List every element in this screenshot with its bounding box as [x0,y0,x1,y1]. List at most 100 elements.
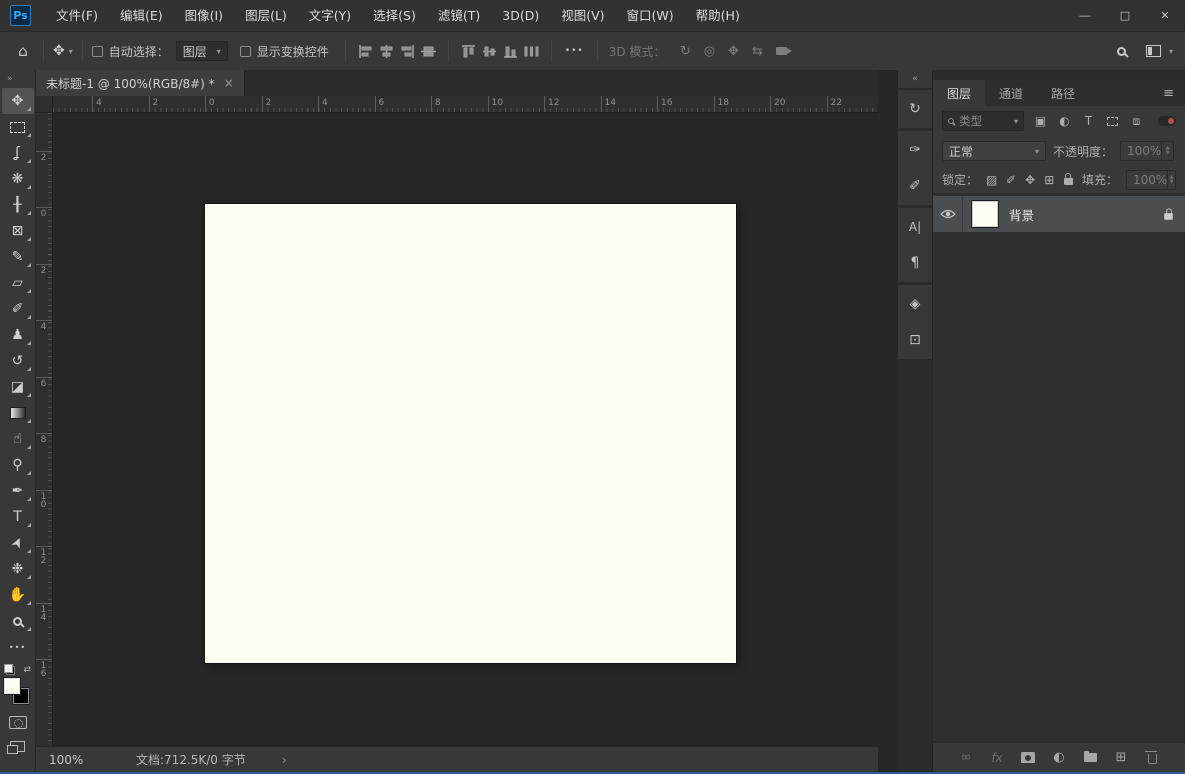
align-vertical-centers-icon[interactable] [418,41,439,61]
vertical-ruler[interactable]: 2024681 01 21 41 6 [36,113,53,746]
auto-select-checkbox[interactable]: 自动选择： [92,43,169,60]
close-tab-icon[interactable]: × [224,76,234,90]
document-tab[interactable]: 未标题-1 @ 100%(RGB/8#) * × [36,70,245,96]
filter-adjustment-layers-icon[interactable]: ◐ [1057,114,1072,128]
lasso-tool[interactable]: ʆ [2,140,34,166]
filter-type-dropdown[interactable]: 类型 ▾ [942,111,1024,131]
new-layer-icon[interactable]: ⊞ [1113,750,1129,765]
add-layer-mask-icon[interactable] [1020,752,1036,763]
lock-artboard-icon[interactable]: ⊞ [1044,173,1055,187]
3d-pan-icon[interactable]: ✥ [721,44,745,59]
foreground-color-swatch[interactable] [4,678,20,694]
search-icon[interactable] [1111,47,1133,56]
document-canvas[interactable] [205,204,736,663]
link-layers-icon[interactable]: ∞ [958,750,974,765]
brush-settings-panel-icon[interactable]: ✑ [903,139,927,161]
menu-item-select[interactable]: 选择(S) [362,0,427,31]
eyedropper-tool[interactable]: ✎ [2,244,34,270]
stepper-icon[interactable]: ▲▼ [1167,171,1175,189]
gradient-tool[interactable] [2,400,34,426]
layer-visibility-eye-icon[interactable] [933,196,963,232]
layer-filter-toggle[interactable] [1158,116,1176,126]
filter-smart-objects-icon[interactable]: ⧈ [1129,114,1144,129]
toolbar-collapse-button[interactable]: » [0,70,35,88]
dodge-tool[interactable]: ⚲ [2,452,34,478]
layer-thumbnail[interactable] [972,201,998,227]
status-options-chevron-icon[interactable]: › [282,753,287,767]
menu-item-window[interactable]: 窗口(W) [616,0,685,31]
brushes-panel-icon[interactable]: ✐ [903,175,927,197]
path-selection-tool[interactable]: ➤ [2,530,34,556]
filter-shape-layers-icon[interactable] [1105,117,1120,126]
lock-transparency-icon[interactable]: ▨ [986,173,997,187]
layer-style-fx-icon[interactable]: fx [989,751,1005,765]
align-horizontal-centers-icon[interactable] [376,41,397,61]
quick-mask-mode-button[interactable] [9,716,27,729]
menu-item-filter[interactable]: 滤镜(T) [427,0,491,31]
brush-tool[interactable]: ✐ [2,296,34,322]
quick-selection-tool[interactable]: ❋ [2,166,34,192]
zoom-tool[interactable] [2,608,34,634]
custom-shape-tool[interactable]: ❉ [2,556,34,582]
minimize-button[interactable]: ― [1065,0,1105,31]
3d-slide-icon[interactable]: ⇆ [745,44,769,59]
clone-stamp-tool[interactable]: ♟ [2,322,34,348]
default-colors-icon[interactable] [4,664,15,675]
expand-panels-button[interactable]: « [898,70,932,88]
align-bottom-edges-icon[interactable] [500,41,521,61]
eraser-tool[interactable]: ◪ [2,374,34,400]
zoom-level-field[interactable]: 100% [36,753,98,767]
filter-type-layers-icon[interactable]: T [1081,114,1096,128]
hand-tool[interactable]: ✋ [2,582,34,608]
character-panel-icon[interactable]: A| [903,216,927,238]
menu-item-image[interactable]: 图像(I) [174,0,234,31]
auto-select-target-dropdown[interactable]: 图层 ▾ [176,41,228,61]
align-top-edges-icon[interactable] [458,41,479,61]
menu-item-view[interactable]: 视图(V) [550,0,615,31]
paragraph-panel-icon[interactable]: ¶ [903,252,927,274]
blend-mode-dropdown[interactable]: 正常 ▾ [942,141,1046,161]
new-group-icon[interactable] [1082,753,1098,762]
edit-toolbar-button[interactable]: ••• [2,634,34,660]
type-tool[interactable]: T [2,504,34,530]
ruler-origin-corner[interactable] [36,96,53,112]
new-adjustment-layer-icon[interactable]: ◐ [1051,750,1067,765]
show-transform-checkbox[interactable]: 显示变换控件 [240,43,329,60]
horizontal-ruler[interactable]: 420246810121416182022 [53,96,878,112]
distribute-vertical-centers-icon[interactable] [479,41,500,61]
canvas-area[interactable] [53,113,878,746]
smudge-tool[interactable]: ☝ [2,426,34,452]
workspace-switcher-icon[interactable] [1143,45,1165,57]
panel-menu-icon[interactable]: ≡ [1152,80,1185,106]
tab-channels[interactable]: 通道 [985,80,1037,106]
menu-item-file[interactable]: 文件(F) [45,0,109,31]
frame-tool[interactable]: ⊠ [2,218,34,244]
delete-layer-icon[interactable] [1144,751,1160,764]
lock-all-icon[interactable] [1063,174,1074,185]
menu-item-3d[interactable]: 3D(D) [491,0,550,31]
close-button[interactable]: ✕ [1145,0,1185,31]
chevron-down-icon[interactable]: ▾ [1169,47,1173,56]
crop-tool[interactable]: ╂ [2,192,34,218]
3d-panel-icon[interactable]: ◈ [903,293,927,315]
rectangular-marquee-tool[interactable] [2,114,34,140]
3d-orbit-icon[interactable]: ↻ [673,44,697,59]
menu-item-help[interactable]: 帮助(H) [685,0,751,31]
home-icon[interactable]: ⌂ [12,42,34,60]
3d-roll-icon[interactable]: ◎ [697,44,721,59]
filter-pixel-layers-icon[interactable]: ▣ [1033,114,1048,128]
stepper-icon[interactable]: ▲▼ [1161,142,1173,160]
maximize-button[interactable]: □ [1105,0,1145,31]
lock-paint-icon[interactable]: ✐ [1005,173,1016,187]
history-brush-tool[interactable]: ↺ [2,348,34,374]
screen-mode-button[interactable] [10,741,25,752]
fill-value-field[interactable]: 100% ▲▼ [1126,170,1176,190]
lock-position-icon[interactable]: ✥ [1025,173,1036,187]
menu-item-edit[interactable]: 编辑(E) [109,0,174,31]
tab-layers[interactable]: 图层 [933,80,985,106]
history-panel-icon[interactable]: ↻ [903,98,927,120]
menu-item-type[interactable]: 文字(Y) [298,0,362,31]
3d-camera-icon[interactable] [769,47,793,55]
swap-colors-icon[interactable]: ⇄ [23,665,31,675]
align-right-edges-icon[interactable] [397,41,418,61]
